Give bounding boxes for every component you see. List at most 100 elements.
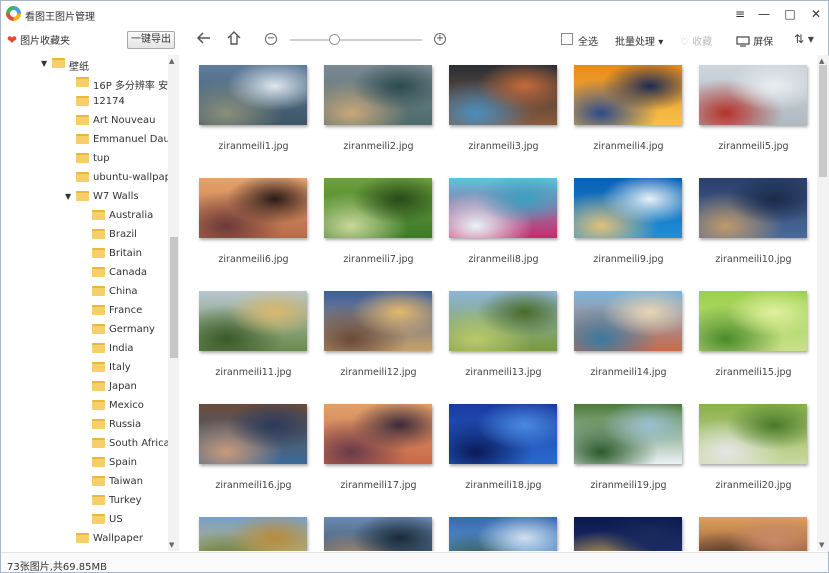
thumbnail-filename: ziranmeili9.jpg	[593, 254, 664, 265]
tree-item-label: tup	[93, 153, 110, 164]
folder-icon	[92, 495, 105, 505]
tree-item[interactable]: France	[1, 302, 168, 321]
image-thumbnail[interactable]	[699, 291, 807, 351]
image-thumbnail[interactable]	[199, 291, 307, 351]
tree-item[interactable]: Japan	[1, 378, 168, 397]
tree-item[interactable]: Taiwan	[1, 473, 168, 492]
tree-item[interactable]: Art Nouveau	[1, 112, 168, 131]
tree-item[interactable]: Emmanuel Dautric	[1, 131, 168, 150]
tree-item[interactable]: ▼ 壁纸	[1, 55, 168, 74]
select-all-checkbox[interactable]	[561, 33, 573, 45]
tree-item[interactable]: Canada	[1, 264, 168, 283]
grid-scroll-up-icon[interactable]: ▲	[819, 57, 824, 65]
expand-arrow-icon[interactable]: ▼	[41, 59, 47, 68]
back-arrow-icon[interactable]	[194, 30, 214, 50]
thumbnail-image	[449, 291, 557, 351]
image-thumbnail[interactable]	[449, 517, 557, 551]
thumbnail-image	[324, 178, 432, 238]
tree-item[interactable]: Italy	[1, 359, 168, 378]
tree-item[interactable]: Brazil	[1, 226, 168, 245]
image-thumbnail[interactable]	[199, 517, 307, 551]
image-thumbnail[interactable]	[574, 291, 682, 351]
tree-item-label: US	[109, 514, 123, 525]
image-thumbnail[interactable]	[199, 178, 307, 238]
image-thumbnail[interactable]	[449, 404, 557, 464]
image-thumbnail[interactable]	[699, 178, 807, 238]
image-thumbnail[interactable]	[574, 178, 682, 238]
folder-icon	[92, 343, 105, 353]
collect-button[interactable]: ♡ 收藏	[680, 33, 712, 48]
menu-icon[interactable]: ≡	[729, 5, 751, 23]
thumbnail-image	[324, 65, 432, 125]
thumbnail-image	[699, 404, 807, 464]
tree-item[interactable]: Britain	[1, 245, 168, 264]
tree-item[interactable]: Turkey	[1, 492, 168, 511]
zoom-in-button[interactable]: +	[434, 33, 446, 45]
maximize-button[interactable]: □	[779, 5, 801, 23]
tree-item-label: Canada	[109, 267, 148, 278]
zoom-out-button[interactable]: −	[265, 33, 277, 45]
favorites-button[interactable]: ❤ 图片收藏夹	[7, 32, 70, 47]
tree-item[interactable]: 12174	[1, 93, 168, 112]
image-thumbnail[interactable]	[324, 178, 432, 238]
image-thumbnail[interactable]	[574, 65, 682, 125]
tree-item[interactable]: Wallpaper	[1, 530, 168, 549]
thumbnail-filename: ziranmeili2.jpg	[343, 141, 414, 152]
select-all-label[interactable]: 全选	[578, 33, 598, 48]
tree-item[interactable]: 16P 多分辨率 安静祥	[1, 74, 168, 93]
batch-process-button[interactable]: 批量处理 ▾	[615, 33, 663, 48]
image-thumbnail[interactable]	[699, 65, 807, 125]
close-button[interactable]: ✕	[805, 5, 827, 23]
thumbnail-filename: ziranmeili13.jpg	[465, 367, 542, 378]
image-thumbnail[interactable]	[449, 178, 557, 238]
tree-item[interactable]: US	[1, 511, 168, 530]
image-thumbnail[interactable]	[699, 404, 807, 464]
image-thumbnail[interactable]	[449, 65, 557, 125]
image-thumbnail[interactable]	[324, 65, 432, 125]
image-thumbnail[interactable]	[574, 404, 682, 464]
tree-item[interactable]: China	[1, 283, 168, 302]
tree-item[interactable]: Germany	[1, 321, 168, 340]
tree-item[interactable]: ▼ W7 Walls	[1, 188, 168, 207]
image-thumbnail[interactable]	[199, 65, 307, 125]
monitor-icon	[736, 36, 750, 47]
thumbnail-image	[574, 291, 682, 351]
image-thumbnail[interactable]	[449, 291, 557, 351]
minimize-button[interactable]: —	[753, 5, 775, 23]
folder-icon	[92, 286, 105, 296]
zoom-slider-handle[interactable]	[328, 34, 340, 45]
tree-item[interactable]: ubuntu-wallpapers	[1, 169, 168, 188]
image-thumbnail[interactable]	[324, 291, 432, 351]
export-button[interactable]: 一键导出	[127, 31, 175, 49]
image-thumbnail[interactable]	[324, 404, 432, 464]
sidebar-scrollbar-thumb[interactable]	[170, 237, 178, 358]
thumbnail-filename: ziranmeili3.jpg	[468, 141, 539, 152]
tree-item[interactable]: Australia	[1, 207, 168, 226]
image-thumbnail[interactable]	[699, 517, 807, 551]
thumbnail-filename: ziranmeili20.jpg	[715, 480, 792, 491]
thumbnail-filename: ziranmeili1.jpg	[218, 141, 289, 152]
scroll-down-icon[interactable]: ▼	[169, 541, 174, 549]
image-thumbnail[interactable]	[574, 517, 682, 551]
zoom-slider-track[interactable]	[290, 39, 422, 41]
scroll-up-icon[interactable]: ▲	[169, 57, 174, 65]
tree-item[interactable]: Spain	[1, 454, 168, 473]
folder-icon	[92, 267, 105, 277]
tree-item[interactable]: India	[1, 340, 168, 359]
tree-item[interactable]: Russia	[1, 416, 168, 435]
screensaver-button[interactable]: 屏保	[736, 33, 773, 48]
tree-item[interactable]: Mexico	[1, 397, 168, 416]
thumbnail-image	[699, 178, 807, 238]
grid-scroll-down-icon[interactable]: ▼	[819, 541, 824, 549]
tree-item-label: Japan	[109, 381, 137, 392]
up-folder-icon[interactable]	[224, 30, 244, 50]
grid-scrollbar-thumb[interactable]	[819, 65, 827, 177]
tree-item[interactable]: South Africa	[1, 435, 168, 454]
thumbnail-grid: ziranmeili1.jpg ziranmeili2.jpg ziranmeili…	[181, 55, 817, 551]
folder-icon	[92, 305, 105, 315]
image-thumbnail[interactable]	[199, 404, 307, 464]
image-thumbnail[interactable]	[324, 517, 432, 551]
tree-item[interactable]: tup	[1, 150, 168, 169]
sort-icon[interactable]: ⇅ ▾	[794, 32, 814, 46]
expand-arrow-icon[interactable]: ▼	[65, 192, 71, 201]
